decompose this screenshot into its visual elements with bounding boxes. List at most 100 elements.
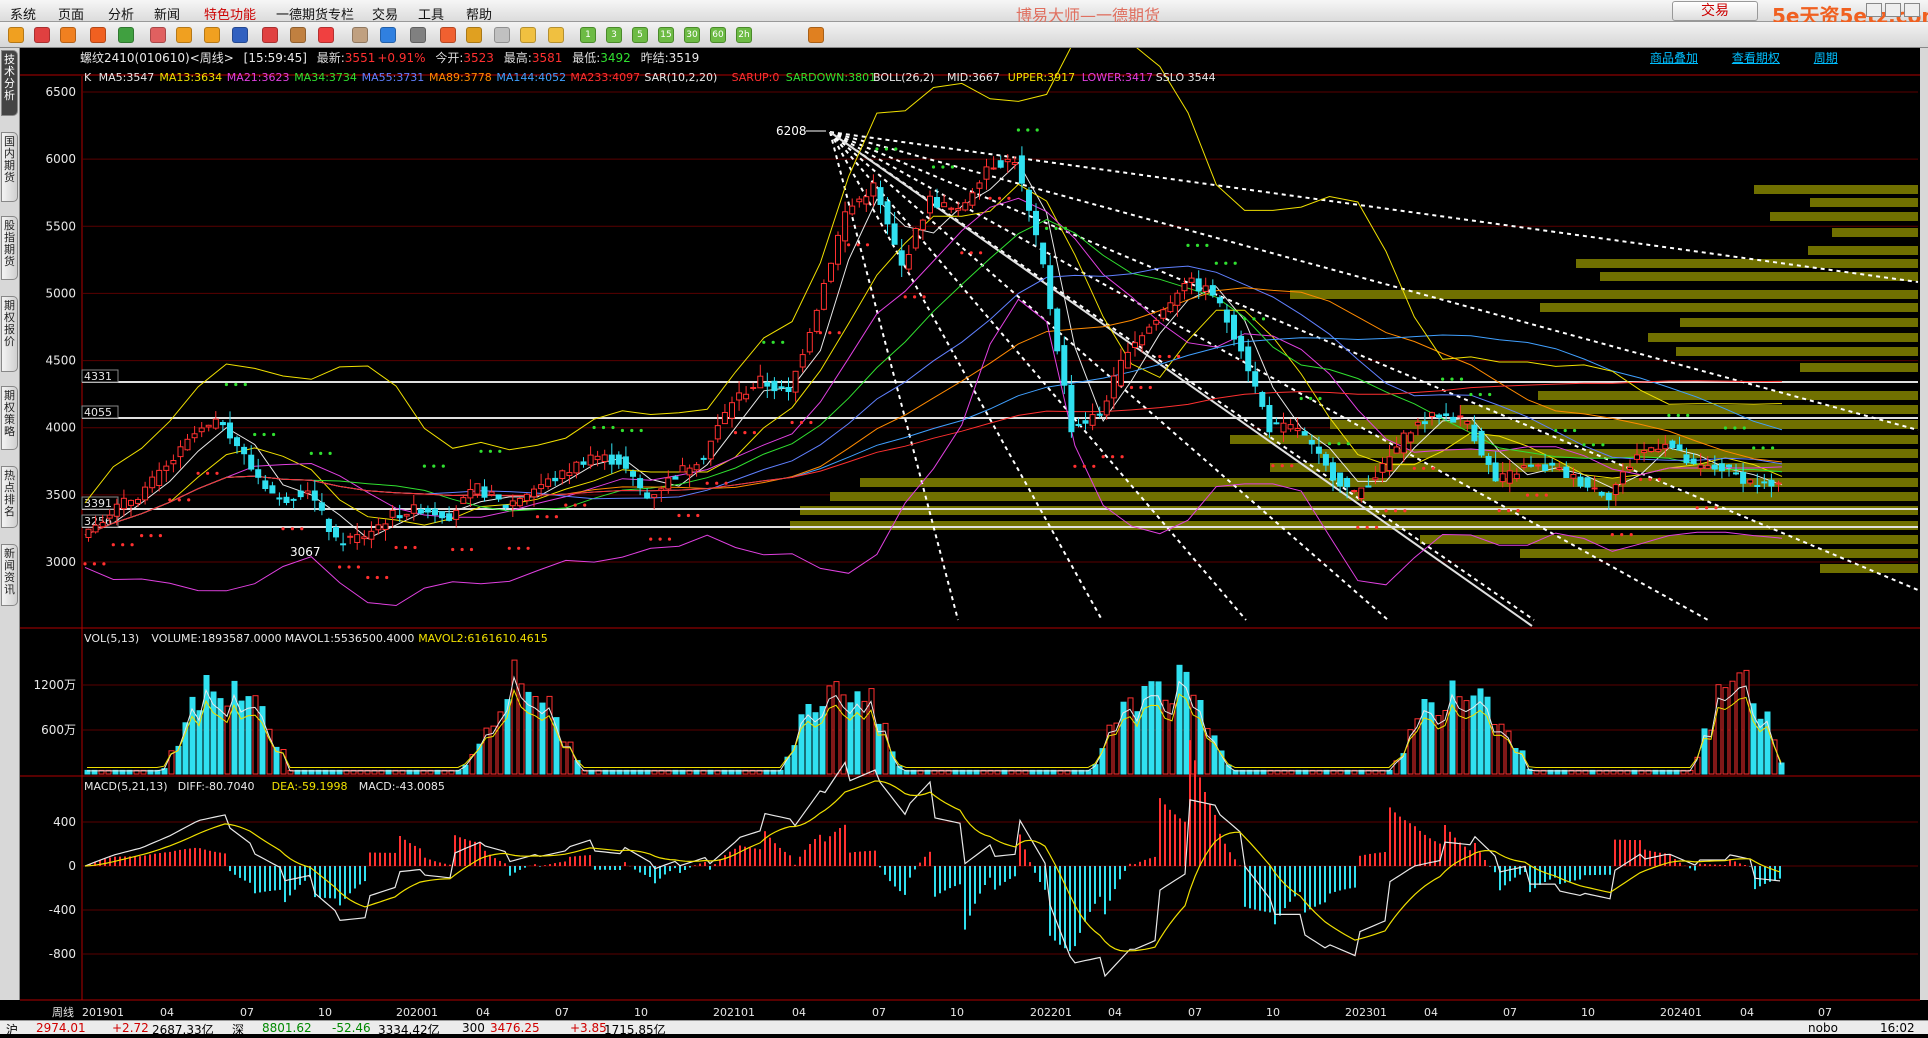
toolbar-icon-6[interactable]: [176, 27, 192, 43]
candle-body: [1591, 487, 1598, 490]
quote-info-bar: 螺纹2410(010610)<周线> [15:59:45] 最新:3551 +0.…: [80, 49, 705, 66]
sar-dot: [969, 251, 973, 255]
sar-dot: [865, 243, 870, 247]
volume-profile-bar-22: [790, 521, 1918, 530]
macd-tick-label-0: 400: [53, 815, 76, 829]
overlay-commodity-link[interactable]: 商品叠加: [1650, 51, 1698, 65]
status-item-6: -52.46: [332, 1021, 371, 1035]
candle-body: [969, 192, 976, 206]
sar-dot: [385, 575, 389, 580]
candle-body: [912, 228, 919, 249]
candle-body: [474, 483, 481, 495]
toolbar-icon-14[interactable]: [410, 27, 426, 43]
toolbar-icon-16[interactable]: [466, 27, 482, 43]
toolbar-icon-17[interactable]: [494, 27, 510, 43]
menu-item-1[interactable]: 页面: [58, 4, 84, 23]
sar-dot: [950, 165, 955, 169]
maximize-icon[interactable]: [1885, 3, 1901, 17]
candle-body: [135, 499, 141, 504]
toolbar-icon-1[interactable]: [34, 27, 50, 43]
candle-body: [1315, 446, 1322, 454]
menu-item-8[interactable]: 帮助: [466, 4, 492, 23]
toolbar-icon-19[interactable]: [548, 27, 564, 43]
candle-body: [509, 500, 516, 507]
chart-area[interactable]: 30003500400045005000550060006500201901 04…: [0, 48, 1920, 1020]
sar-dot: [1365, 525, 1369, 529]
high-annotation: 6208: [776, 124, 807, 138]
toolbar-icon-9[interactable]: [262, 27, 278, 43]
candle-body: [467, 489, 474, 499]
status-item-3: 2687.33亿: [152, 1023, 214, 1037]
period-button-60[interactable]: 60: [710, 27, 726, 43]
menu-item-3[interactable]: 新闻: [154, 4, 180, 23]
toolbar-icon-5[interactable]: [150, 27, 166, 43]
toolbar-icon-10[interactable]: [290, 27, 306, 43]
candle-body: [1506, 470, 1513, 484]
trade-button[interactable]: 交易: [1672, 1, 1758, 21]
menu-item-6[interactable]: 交易: [372, 4, 398, 23]
close-icon[interactable]: [1904, 3, 1920, 17]
menu-item-5[interactable]: 一德期货专栏: [276, 4, 354, 23]
candle-body: [538, 484, 545, 490]
sar-dot: [1045, 226, 1049, 230]
toolbar-icon-12[interactable]: [352, 27, 368, 43]
sar-dot: [781, 340, 785, 344]
toolbar-icon-0[interactable]: [8, 27, 24, 43]
sar-dot: [1563, 428, 1567, 433]
period-button-5[interactable]: 5: [632, 27, 648, 43]
main-legend-6: MA89:3778: [429, 71, 492, 84]
candle-body: [1499, 473, 1506, 483]
window-controls[interactable]: [1866, 3, 1926, 19]
candle-body: [1549, 462, 1556, 466]
candle-body: [545, 478, 552, 487]
candle-body: [884, 201, 891, 225]
candle-body: [205, 424, 212, 428]
view-options-link[interactable]: 查看期权: [1732, 51, 1780, 65]
toolbar-icon-15[interactable]: [440, 27, 456, 43]
sar-dot: [1629, 533, 1633, 537]
candle-body: [1358, 487, 1365, 499]
toolbar-icon-3[interactable]: [90, 27, 106, 43]
minimize-icon[interactable]: [1866, 3, 1882, 17]
candle-body: [1110, 375, 1117, 399]
toolbar-icon-13[interactable]: [380, 27, 396, 43]
candle-body: [806, 332, 813, 353]
candle-body: [488, 491, 495, 496]
sar-dot: [884, 147, 889, 151]
sar-dot: [1723, 426, 1727, 430]
toolbar-icon-18[interactable]: [520, 27, 536, 43]
toolbar-icon-7[interactable]: [204, 27, 220, 43]
candle-body: [460, 497, 467, 504]
sar-dot: [479, 449, 483, 453]
candle-body: [1330, 462, 1336, 481]
toolbar-icon-11[interactable]: [318, 27, 334, 43]
candle-body: [1563, 466, 1570, 479]
candle-body: [1082, 420, 1089, 424]
toolbar-icon-2[interactable]: [60, 27, 76, 43]
period-button-30[interactable]: 30: [684, 27, 700, 43]
toolbar-icon-8[interactable]: [232, 27, 248, 43]
candle-body: [1485, 456, 1492, 465]
menu-item-2[interactable]: 分析: [108, 4, 134, 23]
sar-dot: [111, 543, 115, 547]
sar-dot: [649, 537, 653, 541]
menu-item-7[interactable]: 工具: [418, 4, 444, 23]
candle-body: [361, 536, 368, 540]
main-legend-10: SARUP:0: [732, 71, 780, 84]
period-button-15[interactable]: 15: [658, 27, 674, 43]
period-button-2h[interactable]: 2h: [736, 27, 752, 43]
period-button-3[interactable]: 3: [606, 27, 622, 43]
period-button-1[interactable]: 1: [580, 27, 596, 43]
period-link[interactable]: 周期: [1814, 51, 1838, 65]
menu-item-4[interactable]: 特色功能: [204, 4, 256, 23]
volume-profile-bar-13: [1538, 391, 1918, 400]
candle-body: [198, 427, 205, 433]
toolbar-icon-20[interactable]: [808, 27, 824, 43]
sar-dot: [771, 340, 775, 344]
menu-item-0[interactable]: 系统: [10, 4, 36, 23]
candle-body: [1287, 424, 1294, 430]
sar-dot: [1224, 261, 1228, 265]
toolbar-icon-4[interactable]: [118, 27, 134, 43]
candle-body: [128, 499, 134, 506]
candle-body: [934, 197, 940, 208]
